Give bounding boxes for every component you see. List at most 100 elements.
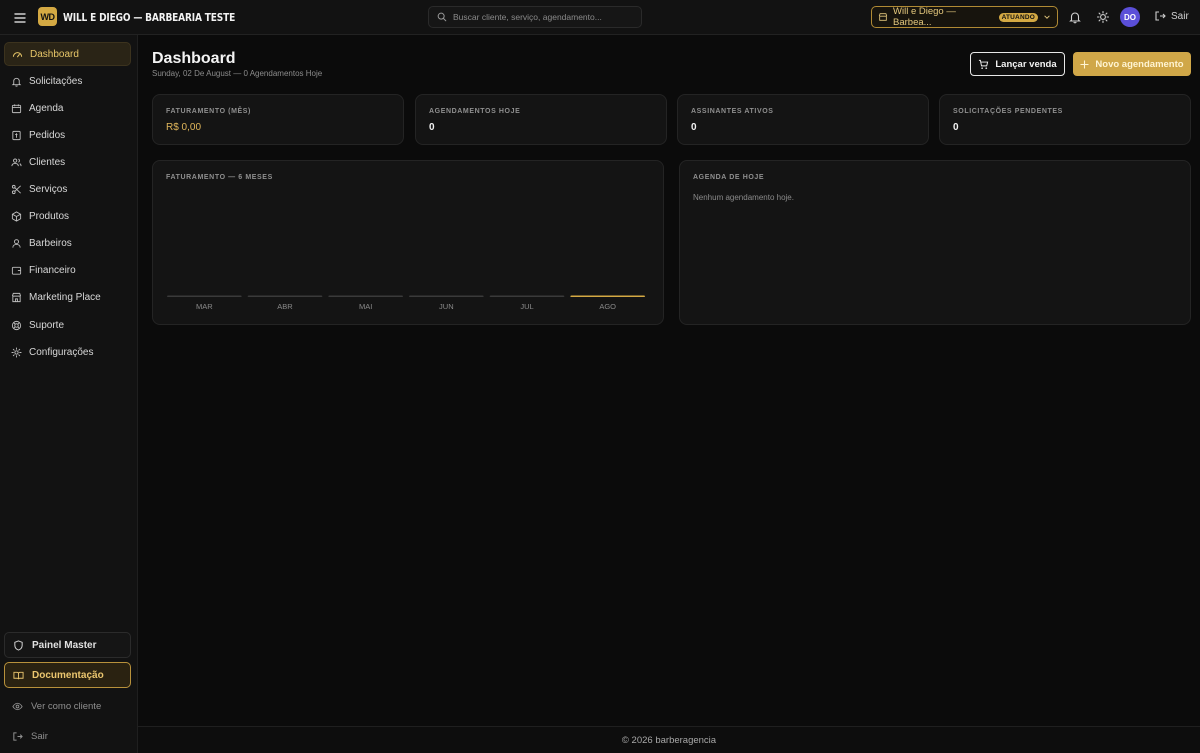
- stat-label: Agendamentos hoje: [429, 108, 521, 115]
- user-icon: [11, 238, 22, 249]
- sidebar-item-financeiro[interactable]: Financeiro: [4, 259, 131, 283]
- chart-tick-label: JUN: [439, 302, 454, 311]
- chart-tick-label: MAI: [359, 302, 372, 311]
- top-bar: WD Will e Diego — Barbearia Teste Will e…: [0, 0, 1200, 35]
- chevron-down-icon: [1043, 13, 1051, 21]
- documentation-label: Documentação: [32, 669, 104, 681]
- today-agenda-title: Agenda de hoje: [693, 174, 765, 181]
- chart-bar-jun: [409, 295, 484, 297]
- sidebar-logout-link[interactable]: Sair: [4, 725, 131, 747]
- new-booking-button[interactable]: Novo agendamento: [1073, 52, 1191, 76]
- view-as-client-label: Ver como cliente: [31, 700, 102, 712]
- stat-label: Faturamento (mês): [166, 108, 251, 115]
- chart-tick-label: JUL: [520, 302, 533, 311]
- page-subtitle: Sunday, 02 De August — 0 Agendamentos Ho…: [152, 69, 323, 78]
- plus-icon: [1080, 59, 1090, 69]
- revenue-chart-panel: Faturamento — 6 meses MAR ABR MAI JUN JUL AGO: [152, 160, 664, 325]
- sidebar-item-marketing-place[interactable]: Marketing Place: [4, 286, 131, 310]
- chart-bar-jul: [489, 295, 565, 297]
- view-as-client-link[interactable]: Ver como cliente: [4, 695, 131, 717]
- chart-bar-mar: [167, 295, 242, 297]
- logout-label: Sair: [1171, 10, 1189, 22]
- calendar-icon: [11, 103, 22, 114]
- footer: © 2026 barberagencia: [138, 726, 1200, 753]
- shop-icon: [878, 12, 888, 22]
- eye-icon: [12, 701, 23, 712]
- receipt-icon: [11, 130, 22, 141]
- search-icon: [437, 12, 447, 22]
- gear-icon: [11, 347, 22, 358]
- search-input[interactable]: [453, 12, 633, 22]
- sidebar-logout-label: Sair: [31, 730, 48, 742]
- package-icon: [11, 211, 22, 222]
- sidebar-item-label: Produtos: [29, 211, 70, 223]
- sidebar-item-label: Dashboard: [30, 48, 79, 60]
- sidebar-item-produtos[interactable]: Produtos: [4, 205, 131, 229]
- menu-icon[interactable]: [12, 10, 28, 26]
- acting-badge: ATUANDO: [998, 12, 1038, 22]
- sidebar-item-servicos[interactable]: Serviços: [4, 178, 131, 202]
- scissors-icon: [11, 184, 22, 195]
- sidebar-item-barbeiros[interactable]: Barbeiros: [4, 232, 131, 256]
- sidebar-item-label: Barbeiros: [29, 238, 72, 250]
- logout-icon: [12, 731, 23, 742]
- sidebar-item-agenda[interactable]: Agenda: [4, 96, 131, 120]
- sidebar-item-configuracoes[interactable]: Configurações: [4, 340, 131, 364]
- users-icon: [11, 157, 22, 168]
- chart-bar-ago: [570, 295, 645, 297]
- chart-bar-abr: [247, 295, 323, 297]
- sidebar-item-label: Clientes: [29, 156, 66, 168]
- book-icon: [13, 670, 24, 681]
- sidebar-item-label: Suporte: [29, 319, 65, 331]
- stat-card-pending-requests: Solicitações pendentes 0: [939, 94, 1191, 145]
- stat-value: 0: [691, 122, 697, 133]
- master-panel-button[interactable]: Painel Master: [4, 632, 131, 658]
- stat-card-active-subscribers: Assinantes ativos 0: [677, 94, 929, 145]
- sidebar-item-label: Solicitações: [29, 75, 83, 87]
- sidebar-item-label: Marketing Place: [29, 292, 101, 304]
- sidebar-item-label: Financeiro: [29, 265, 76, 277]
- brand-name: Will e Diego — Barbearia Teste: [63, 11, 236, 24]
- empty-agenda-message: Nenhum agendamento hoje.: [693, 193, 794, 202]
- master-panel-label: Painel Master: [32, 639, 97, 651]
- stat-value: 0: [429, 122, 435, 133]
- page-title: Dashboard: [152, 50, 236, 67]
- wallet-icon: [11, 265, 22, 276]
- logout-button[interactable]: Sair: [1154, 10, 1189, 22]
- chart-tick-label: ABR: [277, 302, 293, 311]
- brand-logo: WD: [38, 7, 57, 26]
- sidebar-item-solicitacoes[interactable]: Solicitações: [4, 69, 131, 93]
- sidebar-item-pedidos[interactable]: Pedidos: [4, 123, 131, 147]
- sidebar-item-suporte[interactable]: Suporte: [4, 313, 131, 337]
- stat-label: Assinantes ativos: [691, 108, 774, 115]
- global-search[interactable]: [428, 6, 642, 28]
- launch-sale-label: Lançar venda: [995, 58, 1057, 70]
- launch-sale-button[interactable]: Lançar venda: [970, 52, 1065, 76]
- shop-name: Will e Diego — Barbea...: [893, 6, 956, 28]
- store-icon: [11, 292, 22, 303]
- notifications-bell-icon[interactable]: [1068, 10, 1082, 24]
- shop-selector[interactable]: Will e Diego — Barbea... ATUANDO: [871, 6, 1058, 28]
- gauge-icon: [12, 49, 23, 60]
- stat-value: 0: [953, 122, 959, 133]
- sidebar-item-label: Pedidos: [29, 129, 66, 141]
- sidebar: Dashboard Solicitações Agenda Pedidos Client…: [0, 35, 138, 753]
- sidebar-item-label: Configurações: [29, 346, 94, 358]
- sidebar-item-dashboard[interactable]: Dashboard: [4, 42, 131, 66]
- chart-tick-label: MAR: [196, 302, 213, 311]
- documentation-button[interactable]: Documentação: [4, 662, 131, 688]
- stat-label: Solicitações pendentes: [953, 108, 1063, 115]
- chart-tick-label: AGO: [599, 302, 616, 311]
- cart-icon: [978, 59, 989, 70]
- sidebar-item-label: Agenda: [29, 102, 64, 114]
- today-agenda-panel: Agenda de hoje Nenhum agendamento hoje.: [679, 160, 1191, 325]
- sidebar-item-clientes[interactable]: Clientes: [4, 150, 131, 174]
- stat-card-revenue: Faturamento (mês) R$ 0,00: [152, 94, 404, 145]
- new-booking-label: Novo agendamento: [1095, 58, 1184, 70]
- bell-icon: [11, 76, 22, 87]
- sidebar-item-label: Serviços: [29, 184, 68, 195]
- stat-card-bookings-today: Agendamentos hoje 0: [415, 94, 667, 145]
- user-avatar[interactable]: DO: [1120, 7, 1140, 27]
- theme-sun-icon[interactable]: [1096, 10, 1110, 24]
- logout-icon: [1154, 10, 1166, 22]
